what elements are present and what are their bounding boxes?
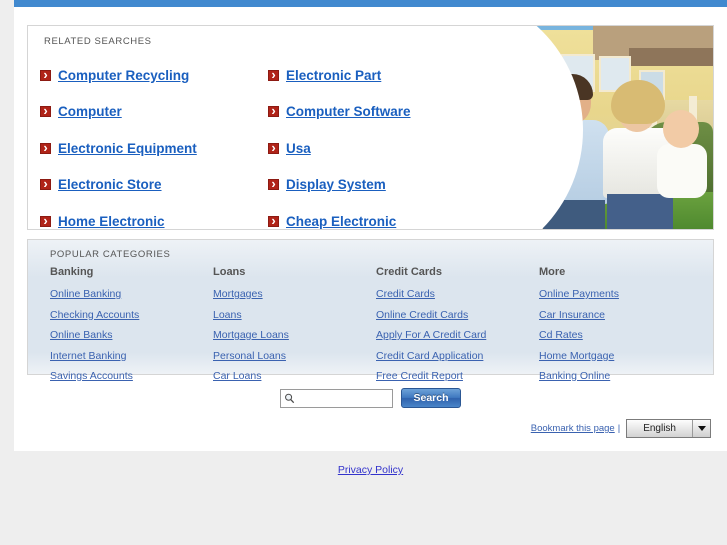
popular-categories-panel: POPULAR CATEGORIES Banking Online Bankin… [27, 239, 714, 382]
search-row: Search [14, 388, 727, 408]
category-link-apply-for-a-credit-card[interactable]: Apply For A Credit Card [376, 329, 539, 341]
related-link-electronic-equipment[interactable]: Electronic Equipment [58, 141, 197, 156]
category-link-checking-accounts[interactable]: Checking Accounts [50, 309, 213, 321]
page-container: RELATED SEARCHES Computer Recycling Comp… [14, 0, 727, 451]
related-searches-panel: RELATED SEARCHES Computer Recycling Comp… [27, 25, 714, 230]
category-link-free-credit-report[interactable]: Free Credit Report [376, 370, 539, 382]
red-arrow-bullet-icon [40, 176, 51, 191]
red-arrow-bullet-icon [40, 140, 51, 155]
search-field-wrapper[interactable] [280, 388, 394, 408]
category-link-car-loans[interactable]: Car Loans [213, 370, 376, 382]
search-button[interactable]: Search [401, 388, 461, 408]
category-link-cd-rates[interactable]: Cd Rates [539, 329, 702, 341]
related-link-row[interactable]: Electronic Equipment [40, 130, 268, 167]
bookmark-this-page-link[interactable]: Bookmark this page [531, 423, 615, 434]
related-searches-links: Computer Recycling Computer Electronic E… [28, 47, 713, 229]
category-heading-credit-cards: Credit Cards [376, 266, 443, 278]
popular-categories-grid: Banking Online Banking Checking Accounts… [28, 260, 713, 391]
related-column-right: Electronic Part Computer Software Usa Di… [268, 57, 496, 229]
category-column-loans: Loans Mortgages Loans Mortgage Loans Per… [213, 266, 376, 391]
category-link-personal-loans[interactable]: Personal Loans [213, 350, 376, 362]
chevron-down-icon[interactable] [692, 420, 710, 437]
related-link-row[interactable]: Computer Software [268, 94, 496, 131]
category-column-more: More Online Payments Car Insurance Cd Ra… [539, 266, 702, 391]
category-heading-loans: Loans [213, 266, 246, 278]
category-column-credit-cards: Credit Cards Credit Cards Online Credit … [376, 266, 539, 391]
category-link-credit-card-application[interactable]: Credit Card Application [376, 350, 539, 362]
footer: Privacy Policy [14, 451, 727, 478]
related-link-electronic-store[interactable]: Electronic Store [58, 177, 162, 192]
related-link-cheap-electronic[interactable]: Cheap Electronic [286, 214, 396, 229]
category-link-internet-banking[interactable]: Internet Banking [50, 350, 213, 362]
category-link-home-mortgage[interactable]: Home Mortgage [539, 350, 702, 362]
category-link-credit-cards[interactable]: Credit Cards [376, 288, 539, 300]
related-link-computer[interactable]: Computer [58, 104, 122, 119]
related-link-electronic-part[interactable]: Electronic Part [286, 68, 381, 83]
related-link-row[interactable]: Electronic Part [268, 57, 496, 94]
red-arrow-bullet-icon [268, 103, 279, 118]
category-heading-more: More [539, 266, 566, 278]
privacy-policy-link[interactable]: Privacy Policy [338, 464, 403, 476]
red-arrow-bullet-icon [40, 213, 51, 228]
category-link-online-payments[interactable]: Online Payments [539, 288, 702, 300]
related-link-display-system[interactable]: Display System [286, 177, 386, 192]
red-arrow-bullet-icon [268, 213, 279, 228]
category-link-online-credit-cards[interactable]: Online Credit Cards [376, 309, 539, 321]
category-link-mortgage-loans[interactable]: Mortgage Loans [213, 329, 376, 341]
category-link-loans[interactable]: Loans [213, 309, 376, 321]
related-link-row[interactable]: Computer [40, 94, 268, 131]
related-link-computer-software[interactable]: Computer Software [286, 104, 411, 119]
related-link-computer-recycling[interactable]: Computer Recycling [58, 68, 189, 83]
popular-categories-title: POPULAR CATEGORIES [50, 249, 171, 260]
category-link-savings-accounts[interactable]: Savings Accounts [50, 370, 213, 382]
category-link-banking-online[interactable]: Banking Online [539, 370, 702, 382]
related-link-home-electronic[interactable]: Home Electronic [58, 214, 165, 229]
red-arrow-bullet-icon [268, 140, 279, 155]
separator: | [617, 423, 621, 434]
related-link-usa[interactable]: Usa [286, 141, 311, 156]
category-link-car-insurance[interactable]: Car Insurance [539, 309, 702, 321]
top-accent-bar [14, 0, 727, 7]
language-select-value: English [643, 423, 676, 434]
category-link-mortgages[interactable]: Mortgages [213, 288, 376, 300]
bookmark-language-row: Bookmark this page | English [14, 419, 711, 438]
category-column-banking: Banking Online Banking Checking Accounts… [50, 266, 213, 391]
related-link-row[interactable]: Usa [268, 130, 496, 167]
related-link-row[interactable]: Display System [268, 167, 496, 204]
search-input[interactable] [298, 391, 390, 405]
category-link-online-banks[interactable]: Online Banks [50, 329, 213, 341]
red-arrow-bullet-icon [268, 67, 279, 82]
magnifier-icon [285, 393, 295, 403]
related-column-left: Computer Recycling Computer Electronic E… [40, 57, 268, 229]
category-heading-banking: Banking [50, 266, 94, 278]
red-arrow-bullet-icon [40, 103, 51, 118]
related-link-row[interactable]: Home Electronic [40, 203, 268, 229]
red-arrow-bullet-icon [40, 67, 51, 82]
related-link-row[interactable]: Computer Recycling [40, 57, 268, 94]
page-content: RELATED SEARCHES Computer Recycling Comp… [14, 25, 727, 438]
category-link-online-banking[interactable]: Online Banking [50, 288, 213, 300]
related-link-row[interactable]: Cheap Electronic [268, 203, 496, 229]
related-link-row[interactable]: Electronic Store [40, 167, 268, 204]
red-arrow-bullet-icon [268, 176, 279, 191]
language-select[interactable]: English [626, 419, 711, 438]
